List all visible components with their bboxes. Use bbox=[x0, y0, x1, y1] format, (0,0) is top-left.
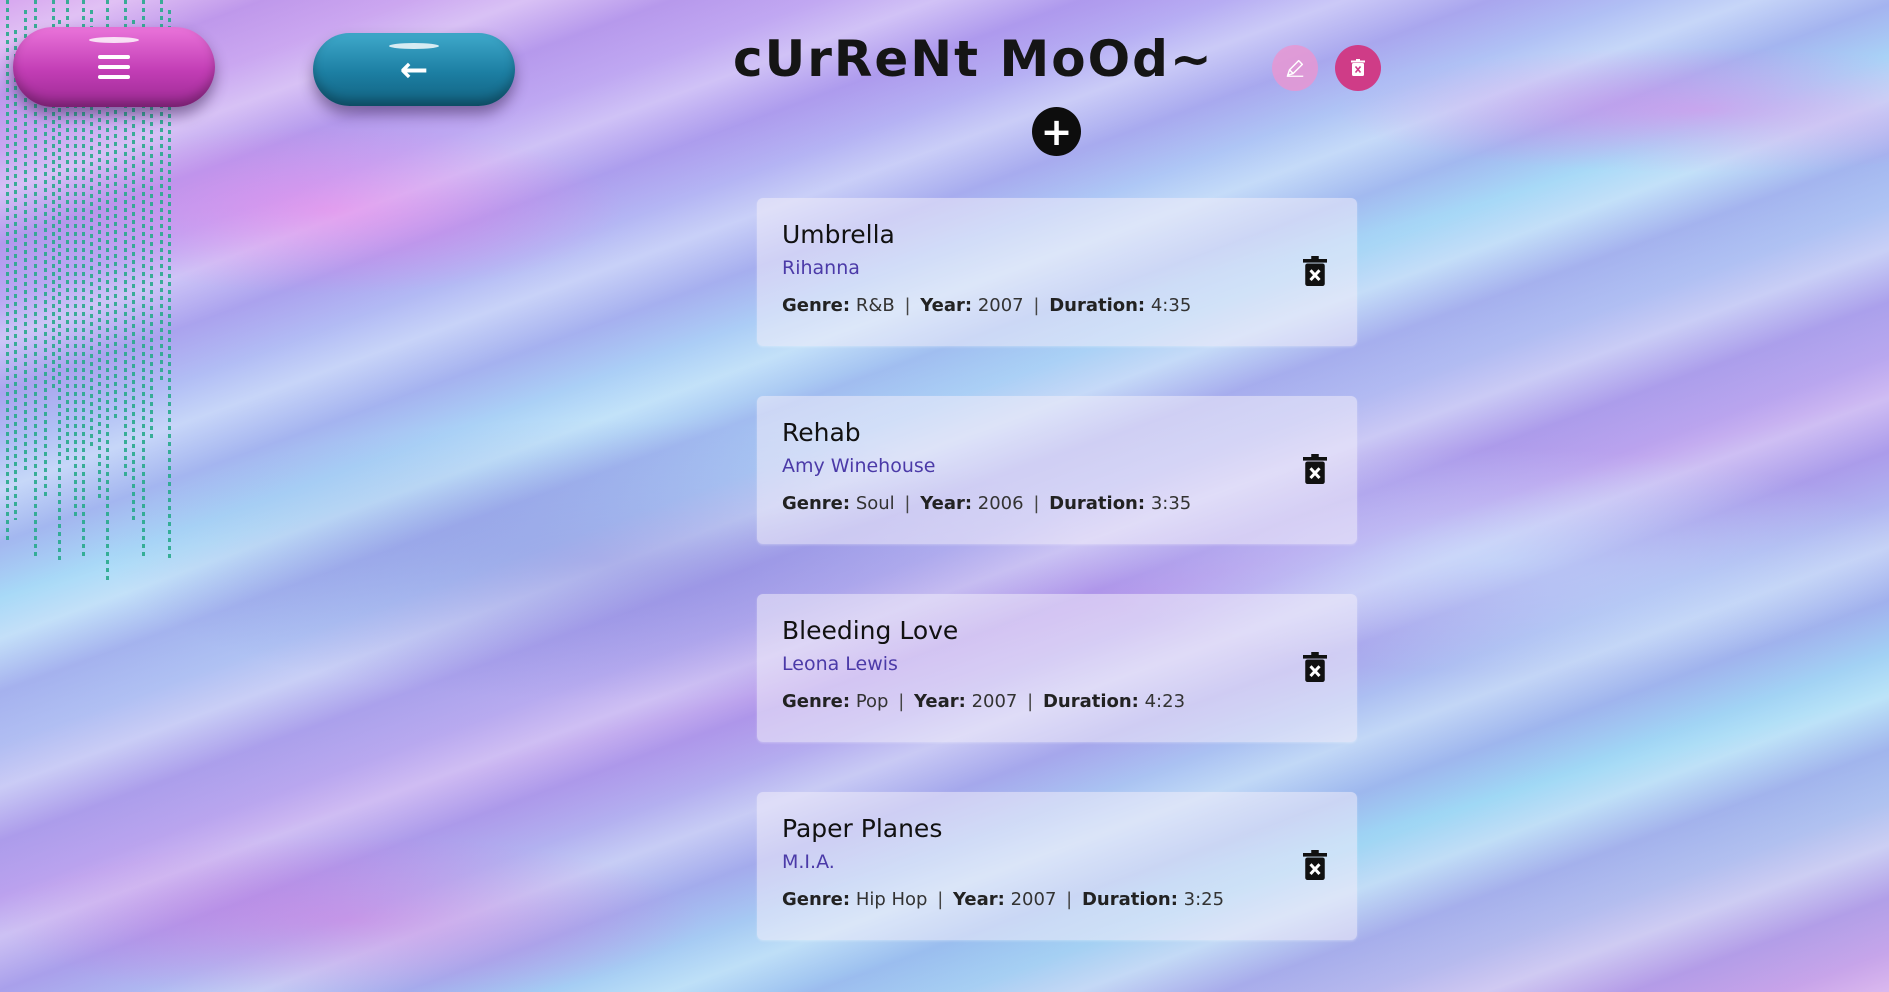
page-title: cUrReNt MoOd~ bbox=[733, 30, 1214, 88]
genre-label: Genre: bbox=[782, 889, 851, 910]
song-list: Umbrella Rihanna Genre: R&B | Year: 2007… bbox=[757, 198, 1357, 990]
year-label: Year: bbox=[920, 295, 973, 316]
separator: | bbox=[904, 493, 911, 514]
edit-button[interactable] bbox=[1272, 45, 1318, 91]
song-artist: Leona Lewis bbox=[782, 653, 898, 675]
duration-value: 4:23 bbox=[1144, 691, 1186, 712]
separator: | bbox=[1066, 889, 1073, 910]
delete-song-icon[interactable] bbox=[1303, 850, 1327, 880]
duration-label: Duration: bbox=[1049, 295, 1146, 316]
delete-song-icon[interactable] bbox=[1303, 256, 1327, 286]
pencil-icon bbox=[1286, 59, 1304, 77]
hamburger-icon bbox=[98, 55, 130, 79]
duration-value: 4:35 bbox=[1150, 295, 1192, 316]
genre-label: Genre: bbox=[782, 295, 851, 316]
duration-label: Duration: bbox=[1049, 493, 1146, 514]
separator: | bbox=[1033, 295, 1040, 316]
year-value: 2007 bbox=[971, 691, 1018, 712]
delete-song-icon[interactable] bbox=[1303, 454, 1327, 484]
delete-song-icon[interactable] bbox=[1303, 652, 1327, 682]
genre-value: Pop bbox=[855, 691, 889, 712]
song-artist: Amy Winehouse bbox=[782, 455, 936, 477]
trash-icon bbox=[1351, 59, 1365, 76]
genre-value: Soul bbox=[855, 493, 895, 514]
separator: | bbox=[898, 691, 905, 712]
song-title: Rehab bbox=[782, 418, 861, 447]
song-meta: Genre: Soul | Year: 2006 | Duration: 3:3… bbox=[782, 492, 1332, 516]
song-card: Umbrella Rihanna Genre: R&B | Year: 2007… bbox=[757, 198, 1357, 346]
separator: | bbox=[904, 295, 911, 316]
song-meta: Genre: Hip Hop | Year: 2007 | Duration: … bbox=[782, 888, 1332, 912]
song-card: Bleeding Love Leona Lewis Genre: Pop | Y… bbox=[757, 594, 1357, 742]
back-button[interactable]: ← bbox=[313, 33, 515, 106]
year-label: Year: bbox=[953, 889, 1005, 910]
song-title: Bleeding Love bbox=[782, 616, 959, 645]
song-artist: M.I.A. bbox=[782, 851, 835, 873]
duration-value: 3:25 bbox=[1183, 889, 1225, 910]
song-card: Paper Planes M.I.A. Genre: Hip Hop | Yea… bbox=[757, 792, 1357, 940]
song-title: Paper Planes bbox=[782, 814, 943, 843]
duration-label: Duration: bbox=[1042, 691, 1139, 712]
year-value: 2006 bbox=[977, 493, 1024, 514]
genre-value: Hip Hop bbox=[855, 889, 928, 910]
clear-all-button[interactable] bbox=[1335, 45, 1381, 91]
arrow-left-icon: ← bbox=[399, 49, 429, 90]
separator: | bbox=[1033, 493, 1040, 514]
song-meta: Genre: Pop | Year: 2007 | Duration: 4:23 bbox=[782, 690, 1332, 714]
menu-button[interactable] bbox=[13, 27, 215, 107]
song-title: Umbrella bbox=[782, 220, 895, 249]
add-song-button[interactable]: + bbox=[1032, 107, 1081, 156]
year-label: Year: bbox=[920, 493, 973, 514]
genre-value: R&B bbox=[855, 295, 895, 316]
song-card: Rehab Amy Winehouse Genre: Soul | Year: … bbox=[757, 396, 1357, 544]
song-meta: Genre: R&B | Year: 2007 | Duration: 4:35 bbox=[782, 294, 1332, 318]
separator: | bbox=[1027, 691, 1034, 712]
plus-icon: + bbox=[1040, 109, 1073, 154]
year-label: Year: bbox=[914, 691, 966, 712]
separator: | bbox=[937, 889, 944, 910]
song-artist: Rihanna bbox=[782, 257, 860, 279]
duration-value: 3:35 bbox=[1150, 493, 1192, 514]
year-value: 2007 bbox=[1010, 889, 1057, 910]
year-value: 2007 bbox=[977, 295, 1024, 316]
genre-label: Genre: bbox=[782, 691, 851, 712]
genre-label: Genre: bbox=[782, 493, 851, 514]
duration-label: Duration: bbox=[1081, 889, 1178, 910]
